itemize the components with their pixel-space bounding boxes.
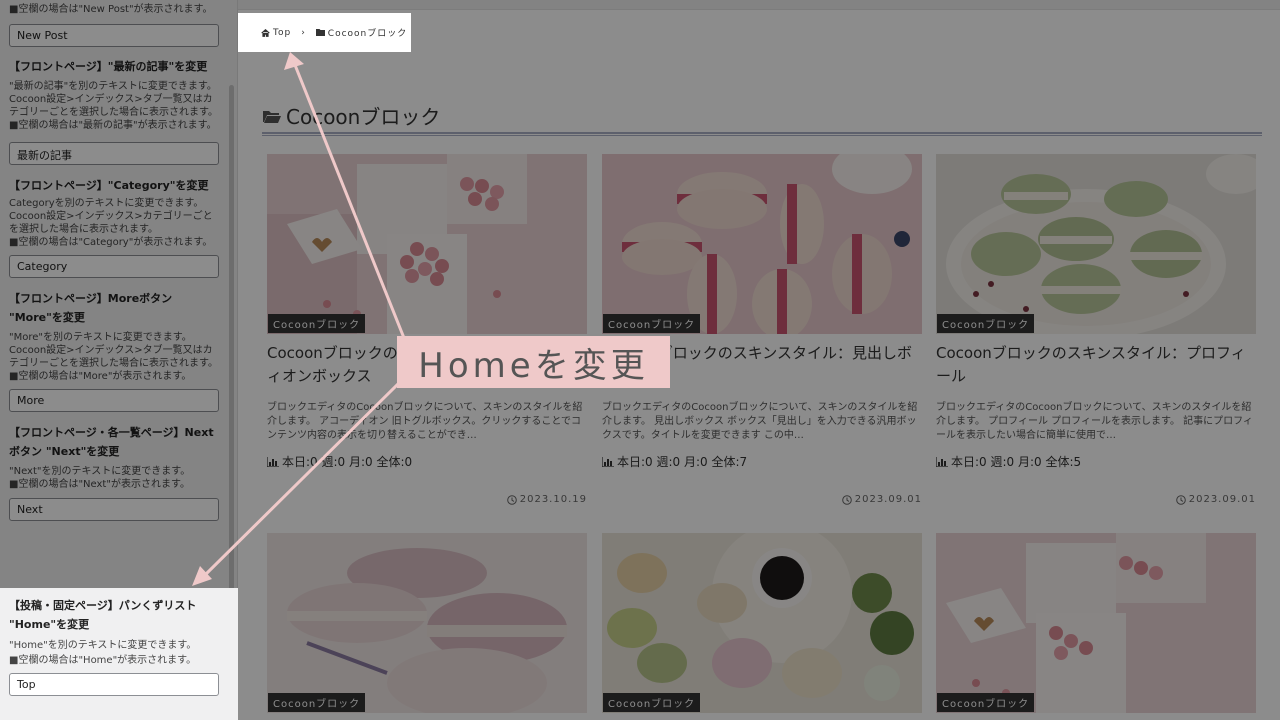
breadcrumb-home-title: 【投稿・固定ページ】パンくずリスト "Home"を変更: [9, 599, 197, 631]
dim-overlay-sidebar: [0, 0, 238, 588]
breadcrumb: Top › Cocoonブロック: [238, 13, 411, 52]
folder-icon: [315, 29, 325, 36]
breadcrumb-home-field[interactable]: Top: [9, 673, 219, 696]
breadcrumb-category-link[interactable]: Cocoonブロック: [328, 26, 407, 39]
breadcrumb-home-link[interactable]: Top: [273, 28, 291, 38]
breadcrumb-home-desc-1: "Home"を別のテキストに変更できます。: [9, 640, 197, 651]
breadcrumb-home-setting: 【投稿・固定ページ】パンくずリスト "Home"を変更 "Home"を別のテキス…: [0, 588, 238, 720]
breadcrumb-separator: ›: [301, 27, 306, 38]
breadcrumb-home-desc-2: ■空欄の場合は"Home"が表示されます。: [9, 655, 197, 666]
home-icon: [261, 28, 270, 37]
dim-overlay-main: [238, 0, 1280, 720]
breadcrumb-highlight: Top › Cocoonブロック: [238, 13, 411, 52]
callout-label: Homeを変更: [397, 336, 670, 388]
